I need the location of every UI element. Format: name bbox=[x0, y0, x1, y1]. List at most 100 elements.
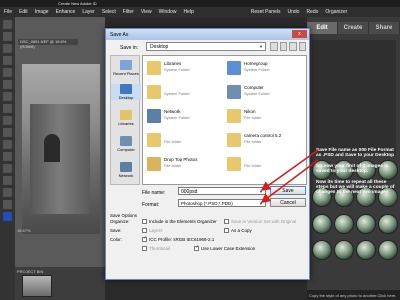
effect-thumbnail[interactable] bbox=[356, 240, 376, 261]
list-item[interactable]: System Folder bbox=[147, 84, 225, 102]
organizer-button[interactable]: Organizer bbox=[325, 9, 347, 15]
save-in-dropdown[interactable]: Desktop ▼ bbox=[146, 42, 266, 51]
include-organizer-checkbox[interactable] bbox=[142, 219, 147, 225]
tab-share[interactable]: Share bbox=[369, 22, 400, 34]
menu-enhance[interactable]: Enhance bbox=[56, 9, 76, 15]
sponge-tool-icon[interactable] bbox=[3, 200, 12, 209]
list-item[interactable]: Homegroup System Folder bbox=[227, 60, 305, 78]
place-computer[interactable]: Computer bbox=[111, 136, 141, 152]
document-tab[interactable]: DSC_0891.NEF @ 16.6%(RGB/8) bbox=[18, 39, 78, 49]
list-item[interactable]: Network System Folder bbox=[147, 108, 225, 126]
lasso-tool-icon[interactable] bbox=[3, 80, 12, 89]
zoom-tool-icon[interactable] bbox=[3, 32, 12, 41]
thumbnail-option[interactable]: Thumbnail bbox=[142, 246, 170, 252]
place-label: Computer bbox=[117, 147, 135, 152]
effect-thumbnail[interactable] bbox=[312, 240, 332, 261]
menu-file[interactable]: File bbox=[4, 9, 12, 15]
file-type: System Folder bbox=[244, 67, 270, 72]
list-item[interactable]: File folder bbox=[147, 132, 225, 150]
adobe-id-link[interactable]: Create New Adobe ID bbox=[58, 1, 97, 6]
menu-window[interactable]: Window bbox=[159, 9, 177, 15]
menu-filter[interactable]: Filter bbox=[123, 9, 134, 15]
icc-profile-checkbox[interactable] bbox=[142, 237, 147, 243]
list-item[interactable]: Computer System Folder bbox=[227, 84, 305, 102]
eraser-tool-icon[interactable] bbox=[3, 140, 12, 149]
tutorial-annotation: Save File name as 000 File Format as .PS… bbox=[316, 148, 398, 201]
close-icon[interactable]: x bbox=[292, 30, 307, 38]
layers-option[interactable]: Layers bbox=[142, 228, 163, 234]
hand-tool-icon[interactable] bbox=[3, 44, 12, 53]
effect-thumbnail[interactable] bbox=[334, 213, 354, 234]
up-folder-icon[interactable] bbox=[279, 42, 287, 51]
new-folder-icon[interactable] bbox=[289, 42, 297, 51]
gradient-tool-icon[interactable] bbox=[3, 164, 12, 173]
effect-thumbnail[interactable] bbox=[356, 213, 376, 234]
panel-tabs: Edit Create Share bbox=[307, 22, 400, 34]
shape-tool-icon[interactable] bbox=[3, 176, 12, 185]
menu-select[interactable]: Select bbox=[102, 9, 116, 15]
format-label: Format: bbox=[142, 202, 160, 208]
menu-image[interactable]: Image bbox=[35, 9, 49, 15]
save-button[interactable]: Save bbox=[270, 186, 306, 195]
eyedropper-tool-icon[interactable] bbox=[3, 56, 12, 65]
place-libraries[interactable]: Libraries bbox=[111, 110, 141, 126]
document-photo[interactable] bbox=[22, 64, 100, 234]
libraries-folder-icon bbox=[147, 61, 161, 75]
project-bin-thumbnail[interactable] bbox=[22, 275, 52, 297]
list-item[interactable]: Libraries System Folder bbox=[147, 60, 225, 78]
tab-create[interactable]: Create bbox=[338, 22, 369, 34]
brush-tool-icon[interactable] bbox=[3, 128, 12, 137]
place-label: Desktop bbox=[118, 95, 134, 100]
menu-help[interactable]: Help bbox=[183, 9, 193, 15]
tab-edit[interactable]: Edit bbox=[307, 22, 338, 34]
menu-edit[interactable]: Edit bbox=[19, 9, 28, 15]
back-icon[interactable] bbox=[270, 42, 278, 51]
layers-checkbox[interactable] bbox=[142, 228, 147, 234]
chevron-down-icon: ▼ bbox=[259, 201, 263, 206]
icc-profile-option[interactable]: ICC Profile: sRGB IEC61966-2.1 bbox=[142, 237, 214, 243]
list-item[interactable]: File folder bbox=[227, 156, 305, 174]
thumbnail-checkbox[interactable] bbox=[142, 246, 147, 252]
network-icon bbox=[120, 162, 132, 172]
menu-layer[interactable]: Layer bbox=[82, 9, 95, 15]
effect-thumbnail[interactable] bbox=[312, 213, 332, 234]
version-set-checkbox[interactable] bbox=[224, 219, 229, 225]
photo-folder-icon bbox=[147, 157, 161, 171]
save-label: Save: bbox=[110, 228, 122, 233]
place-network[interactable]: Network bbox=[111, 162, 141, 178]
view-menu-icon[interactable] bbox=[298, 42, 306, 51]
place-desktop[interactable]: Desktop bbox=[111, 84, 141, 100]
file-name-field[interactable]: 000psd ▼ bbox=[178, 187, 266, 195]
format-dropdown[interactable]: Photoshop (*.PSD;*.PDD) ▼ bbox=[178, 199, 266, 207]
type-tool-icon[interactable] bbox=[3, 104, 12, 113]
place-label: Network bbox=[118, 173, 134, 178]
crop-tool-icon[interactable] bbox=[3, 116, 12, 125]
version-set-option[interactable]: Save in Version Set with Original bbox=[224, 219, 297, 225]
menu-view[interactable]: View bbox=[141, 9, 152, 15]
paint-bucket-tool-icon[interactable] bbox=[3, 152, 12, 161]
version-set-text: Save in Version Set with Original bbox=[231, 219, 297, 224]
list-item[interactable]: Nikon File folder bbox=[227, 108, 305, 126]
dialog-title: Save As bbox=[106, 29, 309, 40]
cancel-button[interactable]: Cancel bbox=[270, 198, 306, 207]
foreground-color-swatch[interactable] bbox=[3, 212, 12, 221]
effect-thumbnail[interactable] bbox=[334, 240, 354, 261]
project-bin-label: PROJECT BIN bbox=[17, 269, 44, 274]
include-organizer-option[interactable]: Include in the Elements Organizer bbox=[142, 219, 217, 225]
as-copy-checkbox[interactable] bbox=[224, 228, 229, 234]
quick-selection-tool-icon[interactable] bbox=[3, 92, 12, 101]
effect-thumbnail[interactable] bbox=[378, 240, 398, 261]
place-recent-places[interactable]: Recent Places bbox=[111, 60, 141, 76]
lower-case-extension-checkbox[interactable] bbox=[194, 246, 199, 252]
move-tool-icon[interactable] bbox=[3, 20, 12, 29]
lower-case-extension-option[interactable]: Use Lower Case Extension bbox=[194, 246, 255, 252]
blur-tool-icon[interactable] bbox=[3, 188, 12, 197]
list-item[interactable]: camera control 5.2 File folder bbox=[227, 132, 305, 150]
redo-button[interactable]: Redo bbox=[306, 9, 318, 15]
effect-thumbnail[interactable] bbox=[378, 213, 398, 234]
undo-button[interactable]: Undo bbox=[287, 9, 299, 15]
marquee-tool-icon[interactable] bbox=[3, 68, 12, 77]
as-copy-option[interactable]: As a Copy bbox=[224, 228, 252, 234]
reset-panels-button[interactable]: Reset Panels bbox=[251, 9, 281, 15]
list-item[interactable]: Drop Top Photos File folder bbox=[147, 156, 225, 174]
